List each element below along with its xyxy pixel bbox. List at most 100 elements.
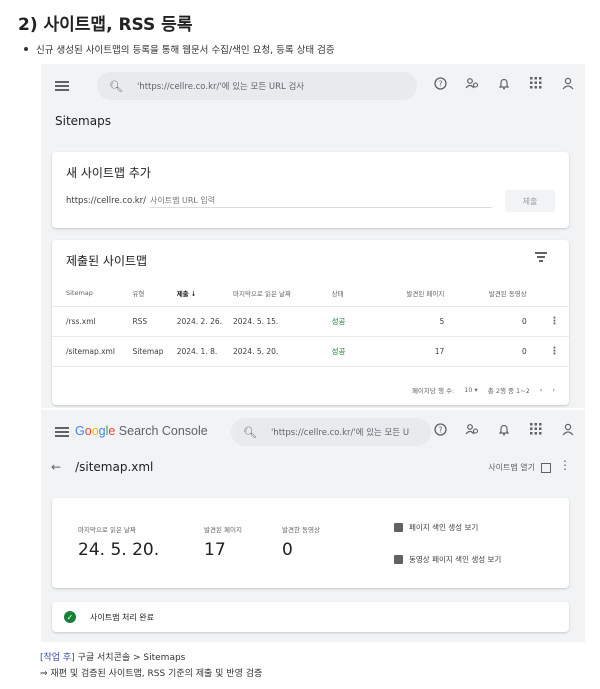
cell-status: 성공: [331, 336, 386, 367]
table-row[interactable]: /sitemap.xml Sitemap 2024. 1. 8. 2024. 5…: [52, 336, 569, 367]
stat-pages: 발견된 페이지 17: [204, 524, 242, 560]
bell-icon[interactable]: [497, 422, 511, 436]
account-avatar-icon[interactable]: [561, 76, 575, 90]
note-path: 구글 서치콘솔 > Sitemaps: [74, 653, 186, 663]
cell-videos: 0: [460, 336, 539, 367]
stat-value: 24. 5. 20.: [78, 540, 160, 560]
svg-text:?: ?: [438, 79, 442, 88]
dropdown-caret-icon: ▾: [474, 386, 478, 394]
note-line-1: [작업 후] 구글 서치콘솔 > Sitemaps: [40, 650, 185, 663]
submitted-sitemaps-card: 제출된 사이트맵 Sitemap 유형 제출 ↓ 마지막으로 읽은 날짜 상태 …: [52, 240, 569, 405]
stat-label: 발견한 동영상: [282, 526, 320, 534]
cell-status: 성공: [331, 306, 386, 337]
open-sitemap-link[interactable]: 사이트맵 열기: [488, 462, 551, 473]
cell-submitted: 2024. 1. 8.: [176, 336, 234, 367]
bell-icon[interactable]: [497, 76, 511, 90]
cell-sitemap: /sitemap.xml: [52, 336, 133, 367]
table-pager: 페이지당 행 수: 10 ▾ 총 2행 중 1~2 ‹ ›: [412, 385, 555, 395]
back-arrow-icon[interactable]: ←: [51, 460, 61, 474]
search-placeholder: 'https://cellre.co.kr/'에 있는 모든 U: [270, 428, 410, 438]
header-actions: ?: [433, 76, 575, 90]
search-placeholder: 'https://cellre.co.kr/'에 있는 모든 URL 검사: [136, 82, 305, 92]
prev-page-icon[interactable]: ‹: [540, 386, 543, 394]
add-sitemap-title: 새 사이트맵 추가: [66, 166, 151, 180]
page-indexing-link[interactable]: 페이지 색인 생성 보기: [394, 522, 478, 533]
video-indexing-link[interactable]: 동영상 페이지 색인 생성 보기: [394, 554, 501, 565]
section-heading: 2) 사이트맵, RSS 등록: [18, 15, 193, 35]
cell-type: Sitemap: [132, 336, 177, 367]
sitemaps-table: Sitemap 유형 제출 ↓ 마지막으로 읽은 날짜 상태 발견된 페이지 발…: [52, 280, 569, 367]
sitemap-name: /sitemap.xml: [75, 460, 154, 474]
users-icon[interactable]: [465, 422, 479, 436]
col-type[interactable]: 유형: [132, 280, 177, 307]
table-header-row: Sitemap 유형 제출 ↓ 마지막으로 읽은 날짜 상태 발견된 페이지 발…: [52, 280, 569, 307]
bullet-item: 신규 생성된 사이트맵의 등록을 통해 웹문서 수집/색인 요청, 등록 상태 …: [24, 42, 335, 56]
note-tag: [작업 후]: [40, 653, 75, 663]
col-sitemap[interactable]: Sitemap: [52, 280, 133, 307]
row-more-icon[interactable]: ⋮: [538, 306, 569, 337]
external-link-icon: [541, 462, 551, 473]
menu-icon[interactable]: [55, 427, 69, 437]
col-videos[interactable]: 발견된 동영상: [460, 280, 539, 307]
submit-button[interactable]: 제출: [505, 190, 555, 212]
add-sitemap-card: 새 사이트맵 추가 https://cellre.co.kr/ 제출: [52, 152, 569, 228]
stat-value: 0: [282, 540, 293, 560]
rows-per-page-select[interactable]: 10 ▾: [464, 386, 478, 394]
rows-per-page-label: 페이지당 행 수:: [411, 387, 455, 395]
stat-label: 발견된 페이지: [204, 526, 242, 534]
row-more-icon[interactable]: ⋮: [538, 336, 569, 367]
note-line-2: ⇒ 재편 및 검증된 사이트맵, RSS 기준의 제출 및 반영 검증: [40, 669, 263, 679]
open-sitemap-label: 사이트맵 열기: [488, 463, 535, 472]
search-icon: 🔍︎: [109, 79, 123, 93]
processing-status-card: ✓ 사이트맵 처리 완료: [52, 602, 569, 632]
site-url-prefix: https://cellre.co.kr/: [66, 196, 147, 206]
stat-label: 마지막으로 읽은 날짜: [78, 526, 136, 534]
apps-icon[interactable]: [529, 422, 543, 436]
chart-icon: [394, 523, 403, 532]
col-pages[interactable]: 발견된 페이지: [385, 280, 461, 307]
col-actions: [538, 280, 569, 307]
top-bar: Google Search Console 🔍︎ 'https://cellre…: [41, 410, 585, 454]
bullet-dot: [24, 47, 28, 51]
top-bar: 🔍︎ 'https://cellre.co.kr/'에 있는 모든 URL 검사…: [41, 64, 585, 108]
video-indexing-label: 동영상 페이지 색인 생성 보기: [409, 555, 502, 564]
next-page-icon[interactable]: ›: [552, 386, 555, 394]
col-status[interactable]: 상태: [331, 280, 386, 307]
status-row: ✓ 사이트맵 처리 완료: [64, 611, 154, 623]
cell-sitemap: /rss.xml: [52, 306, 133, 337]
url-inspect-search[interactable]: 🔍︎ 'https://cellre.co.kr/'에 있는 모든 URL 검사: [97, 72, 417, 100]
status-text: 사이트맵 처리 완료: [90, 612, 154, 622]
cell-last-read: 2024. 5. 15.: [233, 306, 332, 337]
sitemap-url-input[interactable]: [150, 194, 492, 208]
cell-pages: 5: [385, 306, 461, 337]
breadcrumb: ← /sitemap.xml: [51, 460, 153, 474]
url-inspect-search[interactable]: 🔍︎ 'https://cellre.co.kr/'에 있는 모든 U: [231, 418, 431, 446]
check-circle-icon: ✓: [64, 611, 76, 623]
svg-text:?: ?: [438, 425, 442, 434]
help-icon[interactable]: ?: [433, 76, 447, 90]
help-icon[interactable]: ?: [433, 422, 447, 436]
col-last-read[interactable]: 마지막으로 읽은 날짜: [233, 280, 332, 307]
page-title: Sitemaps: [55, 114, 111, 128]
page-indexing-label: 페이지 색인 생성 보기: [409, 523, 479, 532]
stat-last-read: 마지막으로 읽은 날짜 24. 5. 20.: [78, 524, 159, 560]
stat-value: 17: [204, 540, 226, 560]
cell-submitted: 2024. 2. 26.: [176, 306, 234, 337]
account-avatar-icon[interactable]: [561, 422, 575, 436]
table-row[interactable]: /rss.xml RSS 2024. 2. 26. 2024. 5. 15. 성…: [52, 306, 569, 337]
more-options-icon[interactable]: ⋮: [559, 458, 571, 472]
cell-pages: 17: [385, 336, 461, 367]
cell-type: RSS: [132, 306, 177, 337]
search-icon: 🔍︎: [243, 425, 257, 439]
cell-videos: 0: [460, 306, 539, 337]
submitted-sitemaps-title: 제출된 사이트맵: [66, 254, 148, 268]
sitemap-detail-screenshot: Google Search Console 🔍︎ 'https://cellre…: [41, 410, 585, 642]
col-submitted-sorted[interactable]: 제출 ↓: [176, 280, 234, 307]
header-actions: ?: [433, 422, 575, 436]
users-icon[interactable]: [465, 76, 479, 90]
sitemap-stats-card: 마지막으로 읽은 날짜 24. 5. 20. 발견된 페이지 17 발견한 동영…: [52, 498, 569, 588]
search-console-logo[interactable]: Google Search Console: [75, 424, 208, 438]
filter-icon[interactable]: [535, 252, 547, 264]
apps-icon[interactable]: [529, 76, 543, 90]
menu-icon[interactable]: [55, 81, 69, 91]
